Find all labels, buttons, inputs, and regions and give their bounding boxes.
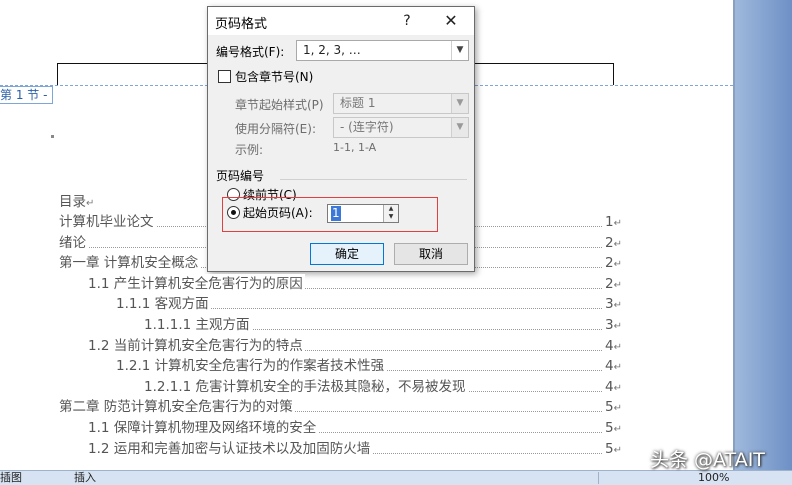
toc-entry-text: 绪论: [59, 233, 88, 253]
start-at-input[interactable]: 1 ▲ ▼: [327, 204, 399, 223]
header-guide-top-left: [57, 63, 207, 64]
cancel-button[interactable]: 取消: [394, 243, 468, 265]
toc-entry-text: 1.2.1 计算机安全危害行为的作案者技术性强: [116, 356, 387, 376]
toc-entry-text: 1.1.1.1 主观方面: [144, 315, 252, 335]
include-chapter-checkbox[interactable]: [218, 70, 231, 83]
chapter-style-label: 章节起始样式(P): [235, 98, 324, 112]
header-guide-right: [613, 63, 614, 85]
example-value: 1-1, 1-A: [333, 141, 377, 154]
page-numbering-group-label: 页码编号: [216, 169, 265, 183]
toc-title[interactable]: 目录↵: [59, 192, 94, 214]
toc-page-number: 2↵: [603, 233, 622, 255]
toc-entry-text: 1.1 产生计算机安全危害行为的原因: [88, 274, 305, 294]
start-at-value: 1: [331, 206, 341, 221]
toc-entry-text: 计算机毕业论文: [59, 212, 156, 232]
status-bar: 插图 插入 100%: [0, 470, 792, 485]
toc-entry-text: 1.1 保障计算机物理及网络环境的安全: [88, 418, 319, 438]
toc-entry-text: 1.2.1.1 危害计算机安全的手法极其隐秘，不易被发现: [144, 377, 468, 397]
example-label: 示例:: [235, 143, 264, 157]
chevron-down-icon[interactable]: ▼: [451, 118, 468, 137]
document-frame: [735, 0, 792, 470]
toc-entry-text: 1.2 当前计算机安全危害行为的特点: [88, 336, 305, 356]
start-at-label[interactable]: 起始页码(A):: [243, 204, 313, 221]
toc-page-number: 4↵: [603, 377, 622, 399]
toc-entry[interactable]: 第二章 防范计算机安全危害行为的对策 5↵: [59, 397, 622, 419]
toc-entry-text: 1.2 运用和完善加密与认证技术以及加固防火墙: [88, 439, 373, 459]
toc-page-number: 5↵: [603, 418, 622, 440]
dialog-title: 页码格式: [215, 17, 268, 32]
separator-select[interactable]: - (连字符) ▼: [333, 117, 469, 138]
number-format-label: 编号格式(F):: [216, 45, 285, 59]
group-divider: [280, 179, 467, 180]
toc-page-number: 4↵: [603, 336, 622, 358]
number-format-select[interactable]: 1, 2, 3, … ▼: [296, 40, 469, 61]
toc-entry[interactable]: 1.1 保障计算机物理及网络环境的安全 5↵: [88, 418, 622, 440]
toc-page-number: 5↵: [603, 439, 622, 461]
chevron-down-icon[interactable]: ▼: [451, 41, 468, 60]
toc-entry[interactable]: 1.2.1 计算机安全危害行为的作案者技术性强 4↵: [116, 356, 622, 378]
header-guide-left: [57, 63, 58, 85]
spin-down-icon[interactable]: ▼: [383, 213, 398, 222]
toc-page-number: 1↵: [603, 212, 622, 234]
page-number-format-dialog: 页码格式 ? ✕ 编号格式(F): 1, 2, 3, … ▼ 包含章节号(N) …: [207, 6, 475, 272]
toc-entry[interactable]: 1.2 运用和完善加密与认证技术以及加固防火墙 5↵: [88, 439, 622, 461]
ok-button[interactable]: 确定: [310, 243, 384, 265]
start-at-radio[interactable]: [227, 206, 240, 219]
zoom-level[interactable]: 100%: [698, 471, 729, 485]
toc-page-number: 2↵: [603, 253, 622, 275]
section-tag: 第 1 节 -: [0, 86, 54, 104]
toc-entry[interactable]: 1.1.1.1 主观方面 3↵: [144, 315, 622, 337]
toc-page-number: 3↵: [603, 315, 622, 337]
separator-label: 使用分隔符(E):: [235, 122, 316, 136]
help-button[interactable]: ?: [397, 11, 417, 31]
chapter-style-select[interactable]: 标题 1 ▼: [333, 93, 469, 114]
toc-entry[interactable]: 1.2 当前计算机安全危害行为的特点 4↵: [88, 336, 622, 358]
toc-entry-text: 第一章 计算机安全概念: [59, 253, 201, 273]
view-buttons[interactable]: [598, 472, 659, 484]
toc-page-number: 4↵: [603, 356, 622, 378]
toc-entry[interactable]: 1.2.1.1 危害计算机安全的手法极其隐秘，不易被发现 4↵: [144, 377, 622, 399]
header-guide-top-right: [474, 63, 614, 64]
toc-page-number: 5↵: [603, 397, 622, 419]
paragraph-marker: [51, 135, 54, 138]
toc-page-number: 3↵: [603, 294, 622, 316]
toc-entry-text: 1.1.1 客观方面: [116, 294, 211, 314]
status-left[interactable]: 插图: [0, 471, 22, 485]
status-insert-mode[interactable]: 插入: [74, 471, 96, 485]
watermark: 头条 @ATAIT: [650, 449, 765, 471]
toc-entry-text: 第二章 防范计算机安全危害行为的对策: [59, 397, 295, 417]
include-chapter-label[interactable]: 包含章节号(N): [235, 68, 313, 85]
toc-page-number: 2↵: [603, 274, 622, 296]
close-button[interactable]: ✕: [440, 11, 462, 31]
dialog-titlebar[interactable]: 页码格式 ? ✕: [208, 7, 474, 35]
chevron-down-icon[interactable]: ▼: [451, 94, 468, 113]
toc-entry[interactable]: 1.1.1 客观方面 3↵: [116, 294, 622, 316]
toc-entry[interactable]: 1.1 产生计算机安全危害行为的原因 2↵: [88, 274, 622, 296]
